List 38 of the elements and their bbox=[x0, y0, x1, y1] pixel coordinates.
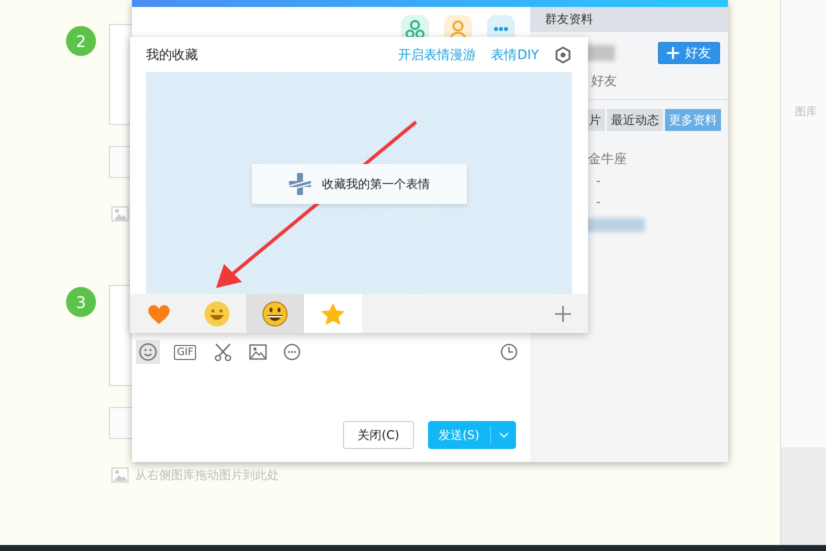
scissors-icon bbox=[213, 343, 234, 361]
plus-icon bbox=[667, 47, 679, 59]
step-text-field[interactable] bbox=[109, 285, 132, 386]
panel-title: 我的收藏 bbox=[146, 46, 198, 64]
step-number: 2 bbox=[66, 26, 96, 56]
panel-header: 群友资料 bbox=[530, 7, 728, 32]
image-icon[interactable] bbox=[109, 206, 129, 222]
close-button[interactable]: 关闭(C) bbox=[343, 421, 414, 449]
step-number: 3 bbox=[66, 287, 96, 317]
caret-icon[interactable] bbox=[499, 432, 509, 438]
gallery-title: 图库 bbox=[795, 104, 817, 119]
profile-field: - bbox=[530, 195, 728, 210]
smiley-icon bbox=[139, 343, 157, 361]
profile-tab[interactable]: 最近动态 bbox=[607, 109, 663, 131]
step-text-field[interactable] bbox=[109, 24, 132, 125]
blurred-patch bbox=[585, 218, 645, 232]
add-icon[interactable] bbox=[554, 304, 572, 322]
add-favorite-button[interactable]: 收藏我的第一个表情 bbox=[252, 164, 466, 204]
drop-hint: 从右侧图库拖动图片到此处 bbox=[135, 466, 279, 484]
clock-icon[interactable] bbox=[500, 343, 518, 361]
emoji-button[interactable] bbox=[136, 340, 160, 364]
image-icon bbox=[249, 344, 268, 360]
step-input-field[interactable] bbox=[109, 407, 132, 439]
gif-button[interactable]: GIF bbox=[174, 344, 196, 360]
plus-icon bbox=[288, 172, 312, 196]
more-icon bbox=[283, 343, 302, 361]
star-icon bbox=[320, 302, 346, 326]
image-icon[interactable] bbox=[109, 467, 129, 483]
grin-icon bbox=[262, 300, 288, 326]
settings-icon[interactable] bbox=[554, 46, 572, 64]
profile-field: - bbox=[530, 174, 728, 189]
emoji-tab[interactable] bbox=[246, 294, 304, 333]
blurred-patch bbox=[585, 45, 615, 61]
smiley-icon bbox=[204, 300, 230, 326]
step-input-field[interactable] bbox=[109, 146, 132, 178]
profile-field: 金牛座 bbox=[530, 150, 728, 168]
heart-icon bbox=[147, 302, 171, 324]
friend-label: 好友 bbox=[590, 73, 618, 90]
